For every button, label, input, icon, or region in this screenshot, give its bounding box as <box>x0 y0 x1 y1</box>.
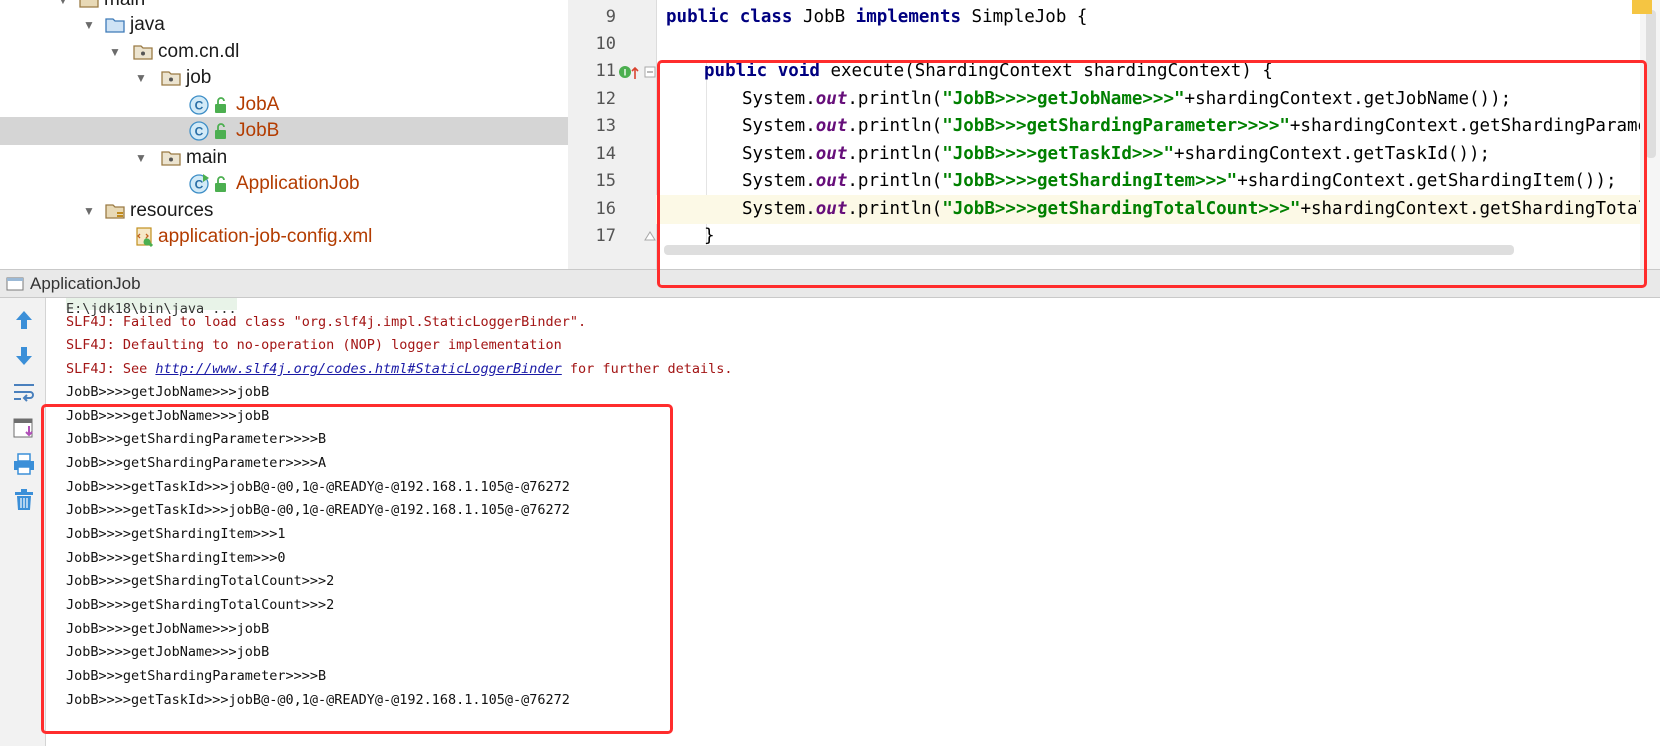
code-line-9[interactable]: public class JobB implements SimpleJob { <box>656 3 1660 32</box>
collapse-arrow-icon[interactable]: ▼ <box>134 144 148 172</box>
line-number: 16 <box>595 199 616 219</box>
unlocked-icon <box>215 123 226 139</box>
slf4j-codes-link[interactable]: http://www.slf4j.org/codes.html#StaticLo… <box>155 361 561 377</box>
run-toolbar <box>0 298 46 746</box>
folder-icon <box>79 0 99 8</box>
run-tab-title[interactable]: ApplicationJob <box>30 270 141 298</box>
warning-marker[interactable] <box>1632 0 1652 14</box>
collapse-arrow-icon[interactable]: ▼ <box>134 64 148 92</box>
output-highlight-box <box>41 404 673 734</box>
svg-text:C: C <box>195 178 204 192</box>
package-icon <box>133 45 153 60</box>
run-config-icon <box>6 277 24 291</box>
package-icon <box>161 71 181 86</box>
unlocked-icon <box>215 176 226 192</box>
collapse-arrow-icon[interactable]: ▼ <box>82 11 96 39</box>
fold-icon[interactable] <box>644 66 656 80</box>
editor-gutter[interactable]: 9 10 11 12 13 14 15 16 17 I <box>568 0 657 269</box>
runnable-class-icon: C <box>189 174 209 194</box>
resources-folder-icon <box>105 204 125 219</box>
line-number: 15 <box>595 171 616 191</box>
tree-item-job[interactable]: ▼ job <box>0 64 568 92</box>
line-number: 14 <box>595 144 616 164</box>
class-icon: C <box>189 121 209 141</box>
console-error-line: SLF4J: Failed to load class "org.slf4j.i… <box>66 314 587 330</box>
project-tree: ▼ main ▼ java ▼ com.cn.dl ▼ job C JobA C… <box>0 0 568 269</box>
package-icon <box>161 151 181 166</box>
tree-item-joba[interactable]: C JobA <box>0 91 568 119</box>
class-icon: C <box>189 95 209 115</box>
collapse-arrow-icon[interactable]: ▼ <box>108 38 122 66</box>
line-number: 10 <box>595 34 616 54</box>
up-arrow-icon[interactable] <box>10 306 38 334</box>
line-number: 17 <box>595 226 616 246</box>
tree-item-jobb[interactable]: C JobB <box>0 117 568 145</box>
svg-text:C: C <box>195 99 204 113</box>
soft-wrap-icon[interactable] <box>10 378 38 406</box>
source-folder-icon <box>105 18 125 33</box>
down-arrow-icon[interactable] <box>10 342 38 370</box>
tree-item-resources[interactable]: ▼ resources <box>0 197 568 225</box>
editor-scroll-thumb[interactable] <box>1646 10 1656 158</box>
line-number: 11 <box>595 61 616 81</box>
tree-item-application-job-config-xml[interactable]: application-job-config.xml <box>0 223 568 251</box>
svg-text:I: I <box>624 68 627 78</box>
line-number: 9 <box>605 7 616 27</box>
console-output-line: JobB>>>>getJobName>>>jobB <box>66 384 270 400</box>
collapse-arrow-icon[interactable]: ▼ <box>82 197 96 225</box>
implements-method-icon[interactable]: I <box>618 63 640 81</box>
tree-item-applicationjob[interactable]: C ApplicationJob <box>0 170 568 198</box>
console-error-line: SLF4J: Defaulting to no-operation (NOP) … <box>66 337 562 353</box>
fold-end-icon[interactable] <box>644 228 656 242</box>
console-command-line: E:\jdk18\bin\java ... <box>66 298 237 317</box>
code-line-10[interactable] <box>656 30 1660 59</box>
unlocked-icon <box>215 97 226 113</box>
svg-text:C: C <box>195 125 204 139</box>
print-icon[interactable] <box>10 450 38 478</box>
line-number: 13 <box>595 116 616 136</box>
code-highlight-box <box>657 60 1647 288</box>
tree-item-java[interactable]: ▼ java <box>0 11 568 39</box>
line-number: 12 <box>595 89 616 109</box>
xml-file-icon <box>136 227 154 248</box>
tree-item-main-package[interactable]: ▼ main <box>0 144 568 172</box>
trash-icon[interactable] <box>10 486 38 514</box>
console-error-line: SLF4J: See http://www.slf4j.org/codes.ht… <box>66 361 733 377</box>
tree-item-com-cn-dl[interactable]: ▼ com.cn.dl <box>0 38 568 66</box>
scroll-to-end-icon[interactable] <box>10 414 38 442</box>
